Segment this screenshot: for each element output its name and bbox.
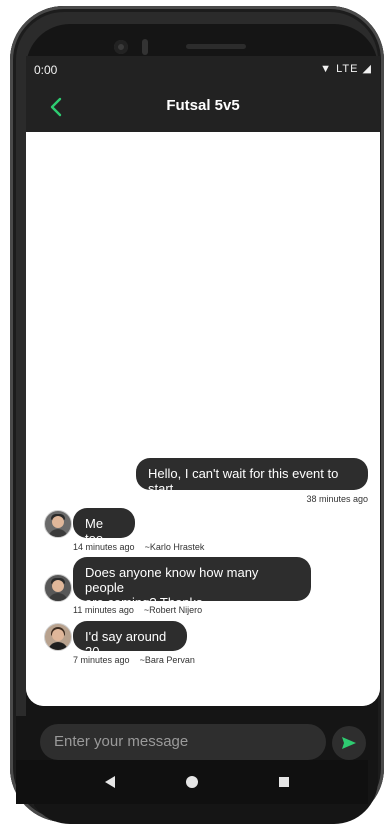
send-button[interactable] [332, 726, 366, 760]
triangle-back-icon [105, 776, 115, 788]
message-input-placeholder: Enter your message [54, 733, 189, 750]
square-recents-icon [279, 777, 289, 787]
message-input[interactable]: Enter your message [40, 724, 326, 760]
nav-recents-button[interactable] [274, 772, 294, 792]
circle-home-icon [186, 776, 198, 788]
send-icon [342, 737, 356, 749]
bottom-controls: Enter your message [16, 10, 368, 810]
system-nav-bar [16, 760, 368, 804]
nav-back-button[interactable] [100, 772, 120, 792]
nav-home-button[interactable] [182, 772, 202, 792]
